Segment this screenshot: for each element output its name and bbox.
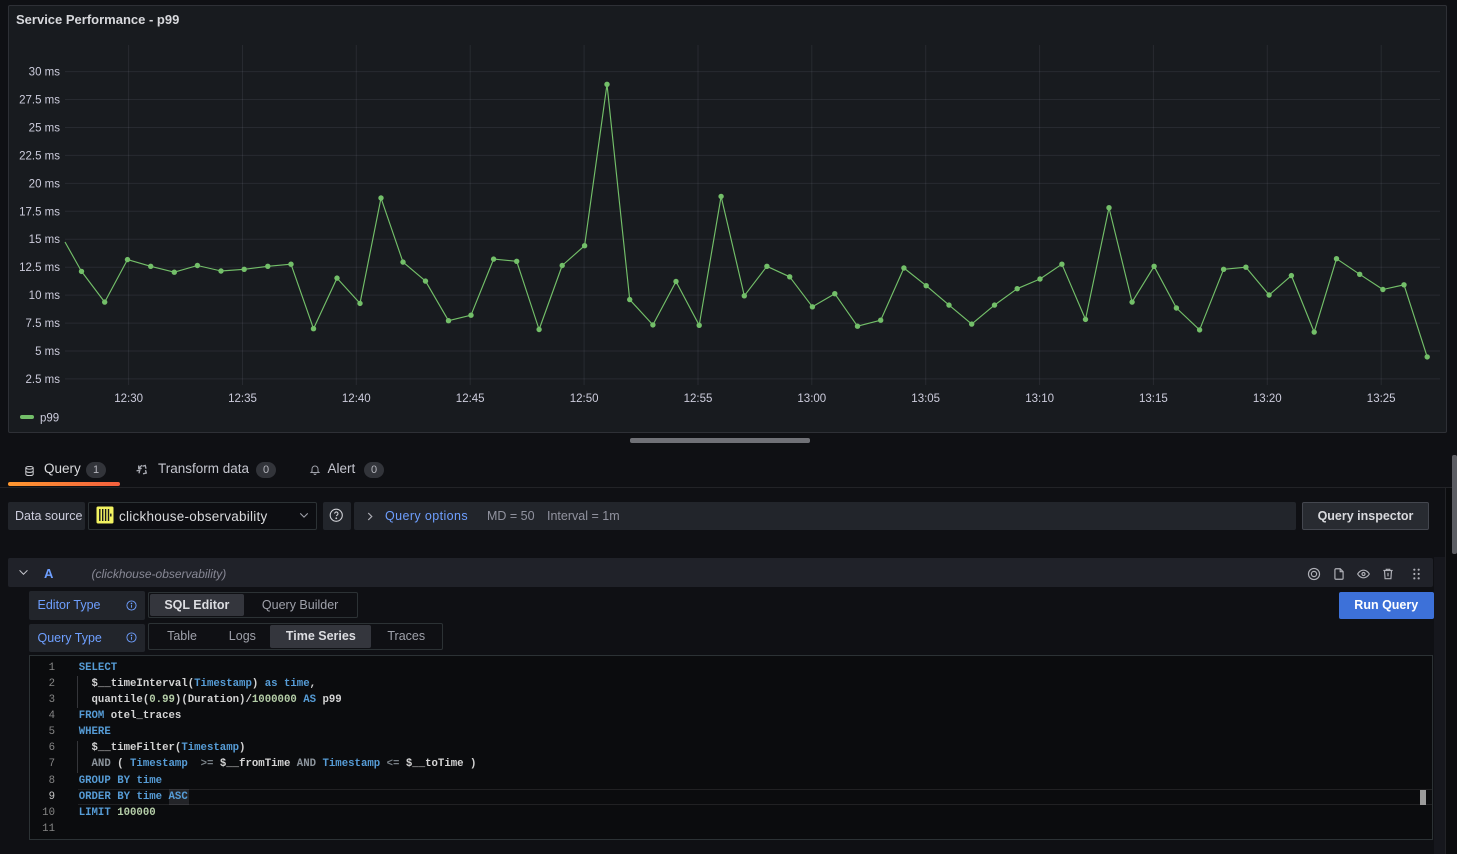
svg-text:25 ms: 25 ms — [29, 123, 61, 135]
svg-text:17.5 ms: 17.5 ms — [19, 206, 60, 218]
svg-text:30 ms: 30 ms — [29, 67, 61, 79]
svg-text:13:25: 13:25 — [1367, 393, 1396, 405]
svg-text:12:50: 12:50 — [570, 393, 599, 405]
svg-text:13:10: 13:10 — [1025, 393, 1054, 405]
svg-text:12:45: 12:45 — [456, 393, 485, 405]
svg-text:15 ms: 15 ms — [29, 234, 61, 246]
svg-text:13:15: 13:15 — [1139, 393, 1168, 405]
svg-text:p99: p99 — [40, 413, 59, 425]
svg-text:22.5 ms: 22.5 ms — [19, 150, 60, 162]
svg-text:27.5 ms: 27.5 ms — [19, 95, 60, 107]
svg-text:12:35: 12:35 — [228, 393, 257, 405]
svg-text:12:30: 12:30 — [114, 393, 143, 405]
svg-text:5 ms: 5 ms — [35, 346, 60, 358]
svg-text:2.5 ms: 2.5 ms — [25, 374, 60, 386]
svg-text:10 ms: 10 ms — [29, 290, 61, 302]
svg-text:12:55: 12:55 — [684, 393, 713, 405]
svg-text:13:05: 13:05 — [911, 393, 940, 405]
svg-text:20 ms: 20 ms — [29, 178, 61, 190]
svg-text:13:00: 13:00 — [797, 393, 826, 405]
svg-text:12.5 ms: 12.5 ms — [19, 262, 60, 274]
svg-text:13:20: 13:20 — [1253, 393, 1282, 405]
svg-text:12:40: 12:40 — [342, 393, 371, 405]
svg-text:7.5 ms: 7.5 ms — [25, 318, 60, 330]
